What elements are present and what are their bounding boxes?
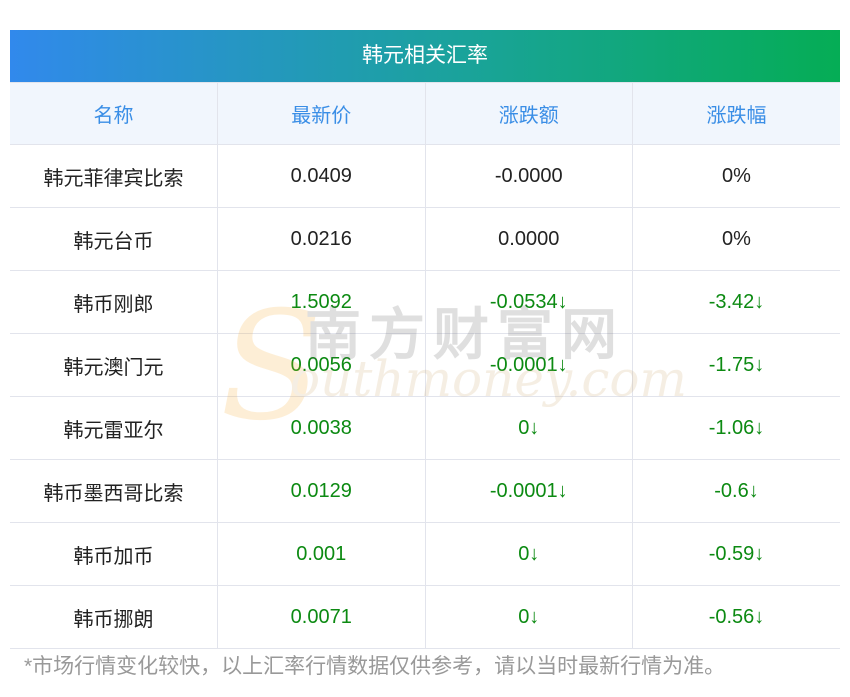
latest-price: 0.0216 [217,207,426,271]
disclaimer-note: *市场行情变化较快，以上汇率行情数据仅供参考，请以当时最新行情为准。 [24,655,726,678]
exchange-rate-table: 名称 最新价 涨跌额 涨跌幅 韩元菲律宾比索 0.0409 -0.0000 0% 韩元台… [10,82,840,649]
currency-name: 韩元澳门元 [10,333,218,397]
change-percent: 0% [632,144,840,208]
change-amount: 0↓ [424,396,633,460]
latest-price: 0.0038 [217,396,426,460]
latest-price: 0.0071 [217,585,426,649]
column-header-price: 最新价 [217,82,426,145]
change-amount: 0.0000 [424,207,633,271]
change-percent: -1.06↓ [632,396,840,460]
change-amount: -0.0001↓ [424,459,633,523]
table-row: 韩币挪朗 0.0071 0↓ -0.56↓ [10,585,840,649]
latest-price: 1.5092 [217,270,426,334]
latest-price: 0.001 [217,522,426,586]
change-percent: 0% [632,207,840,271]
change-amount: 0↓ [424,585,633,649]
change-percent: -0.6↓ [632,459,840,523]
change-amount: -0.0000 [424,144,633,208]
currency-name: 韩币加币 [10,522,218,586]
currency-name: 韩币挪朗 [10,585,218,649]
table-row: 韩元菲律宾比索 0.0409 -0.0000 0% [10,144,840,208]
currency-name: 韩元台币 [10,207,218,271]
latest-price: 0.0056 [217,333,426,397]
table-row: 韩币墨西哥比索 0.0129 -0.0001↓ -0.6↓ [10,459,840,523]
column-header-percent: 涨跌幅 [632,82,840,145]
change-amount: 0↓ [424,522,633,586]
table-row: 韩元台币 0.0216 0.0000 0% [10,207,840,271]
table-row: 韩币加币 0.001 0↓ -0.59↓ [10,522,840,586]
column-header-name: 名称 [10,82,218,145]
latest-price: 0.0409 [217,144,426,208]
change-percent: -0.59↓ [632,522,840,586]
currency-name: 韩币刚郎 [10,270,218,334]
change-amount: -0.0534↓ [424,270,633,334]
change-percent: -1.75↓ [632,333,840,397]
change-percent: -3.42↓ [632,270,840,334]
header-row: 名称 最新价 涨跌额 涨跌幅 [10,82,840,145]
change-percent: -0.56↓ [632,585,840,649]
table-title: 韩元相关汇率 [10,30,840,82]
table-row: 韩币刚郎 1.5092 -0.0534↓ -3.42↓ [10,270,840,334]
currency-name: 韩元菲律宾比索 [10,144,218,208]
currency-name: 韩币墨西哥比索 [10,459,218,523]
currency-name: 韩元雷亚尔 [10,396,218,460]
latest-price: 0.0129 [217,459,426,523]
table-row: 韩元雷亚尔 0.0038 0↓ -1.06↓ [10,396,840,460]
change-amount: -0.0001↓ [424,333,633,397]
table-row: 韩元澳门元 0.0056 -0.0001↓ -1.75↓ [10,333,840,397]
column-header-change: 涨跌额 [424,82,633,145]
